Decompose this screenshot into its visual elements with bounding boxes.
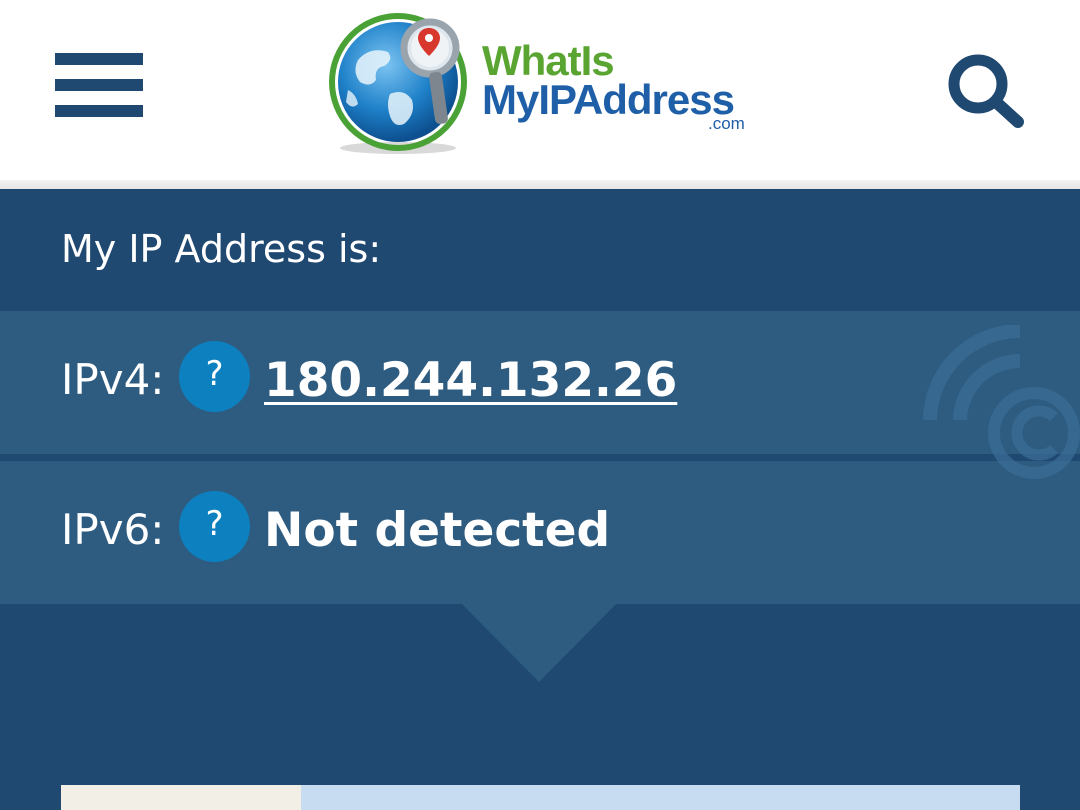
menu-bar	[55, 53, 143, 65]
panel-pointer-arrow	[462, 604, 616, 682]
location-map[interactable]	[61, 785, 1020, 810]
logo-line-dotcom: .com	[708, 114, 745, 133]
menu-bar	[55, 105, 143, 117]
ipv6-help-icon[interactable]: ?	[179, 491, 250, 562]
map-land	[61, 785, 301, 810]
ipv4-help-icon[interactable]: ?	[179, 341, 250, 412]
ipv6-value: Not detected	[264, 503, 611, 558]
watermark-logo-icon	[923, 325, 1080, 479]
site-header: WhatIs MyIPAddress .com	[0, 0, 1080, 180]
ipv6-row: IPv6: ? Not detected	[0, 461, 1080, 604]
ipv6-label: IPv6:	[61, 505, 165, 554]
hamburger-menu-icon[interactable]	[55, 50, 143, 120]
globe-magnifier-icon	[329, 13, 467, 154]
ip-heading: My IP Address is:	[61, 227, 382, 271]
search-icon[interactable]	[946, 52, 1028, 128]
ipv4-address-link[interactable]: 180.244.132.26	[264, 353, 677, 408]
ipv4-label: IPv4:	[61, 355, 165, 404]
ipv4-row: IPv4: ? 180.244.132.26	[0, 311, 1080, 454]
site-logo[interactable]: WhatIs MyIPAddress .com	[328, 10, 758, 160]
ip-address-panel: My IP Address is: IPv4: ? 180.244.132.26…	[0, 189, 1080, 810]
header-divider	[0, 180, 1080, 189]
menu-bar	[55, 79, 143, 91]
logo-line-myipaddress: MyIPAddress	[482, 76, 735, 123]
